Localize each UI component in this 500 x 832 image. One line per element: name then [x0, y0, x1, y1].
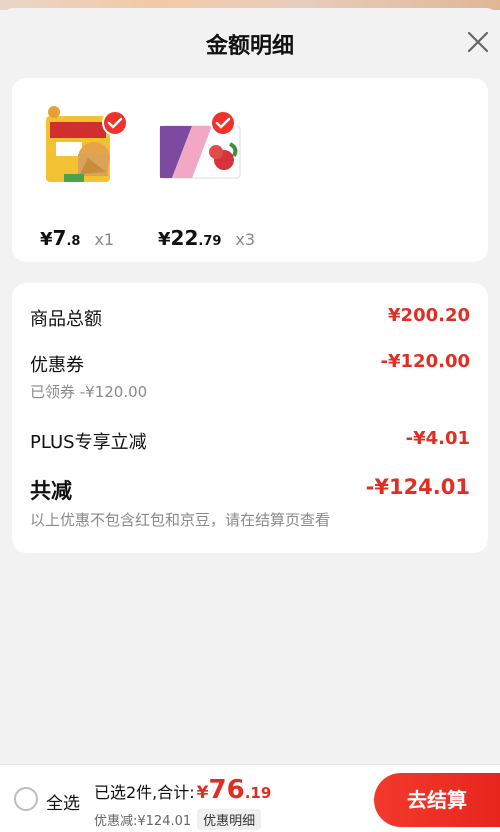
selected-count-text: 已选2件,合计:	[94, 783, 195, 802]
checkout-bar: 全选 已选2件,合计: ¥ 76 .19 优惠减:¥124.01 优惠明细 去结…	[0, 764, 500, 832]
plus-discount-label: PLUS专享立减	[30, 432, 147, 453]
product-quantity: x1	[94, 230, 115, 249]
product-price: ¥22.79	[158, 226, 222, 250]
amount-detail-sheet: 金额明细 ¥7.8 x1 ¥22.79 x3 商品总额 ¥200.20 优惠券 …	[0, 8, 500, 832]
selected-total-line: 已选2件,合计: ¥ 76 .19	[94, 775, 271, 805]
page-title: 金额明细	[205, 34, 294, 59]
discount-detail-tag[interactable]: 优惠明细	[197, 809, 262, 830]
product-list-card: ¥7.8 x1 ¥22.79 x3	[12, 78, 488, 262]
coupon-row: 优惠券 -¥120.00 已领券 -¥120.00	[30, 351, 470, 402]
product-item[interactable]: ¥7.8 x1	[34, 98, 154, 250]
discount-line: 优惠减:¥124.01 优惠明细	[94, 809, 262, 830]
total-currency: ¥	[196, 783, 209, 803]
plus-discount-value: -¥4.01	[405, 428, 470, 449]
goods-total-row: 商品总额 ¥200.20	[30, 305, 470, 331]
selected-check-icon[interactable]	[210, 110, 236, 136]
total-amount-dec: .19	[244, 784, 272, 802]
total-amount-int: 76	[208, 775, 245, 805]
checkout-button[interactable]: 去结算	[374, 773, 500, 827]
total-reduction-value: -¥124.01	[365, 475, 470, 499]
product-item[interactable]: ¥22.79 x3	[152, 98, 272, 250]
goods-total-value: ¥200.20	[388, 305, 470, 326]
select-all-radio[interactable]	[14, 787, 38, 811]
fruit-box-thumbnail	[152, 98, 252, 198]
discount-note: 以上优惠不包含红包和京豆，请在结算页查看	[30, 511, 331, 529]
select-all-label[interactable]: 全选	[46, 789, 80, 814]
total-reduction-row: 共减 -¥124.01 以上优惠不包含红包和京豆，请在结算页查看	[30, 475, 470, 530]
selected-check-icon[interactable]	[102, 110, 128, 136]
close-icon[interactable]	[464, 28, 492, 56]
product-quantity: x3	[235, 230, 256, 249]
discount-amount-text: 优惠减:¥124.01	[94, 814, 192, 829]
plus-discount-row: PLUS专享立减 -¥4.01	[30, 428, 470, 454]
coupon-value: -¥120.00	[380, 351, 470, 372]
coupon-claimed-text: 已领券 -¥120.00	[30, 383, 148, 401]
price-summary-card: 商品总额 ¥200.20 优惠券 -¥120.00 已领券 -¥120.00 P…	[12, 283, 488, 553]
product-price: ¥7.8	[40, 226, 81, 250]
